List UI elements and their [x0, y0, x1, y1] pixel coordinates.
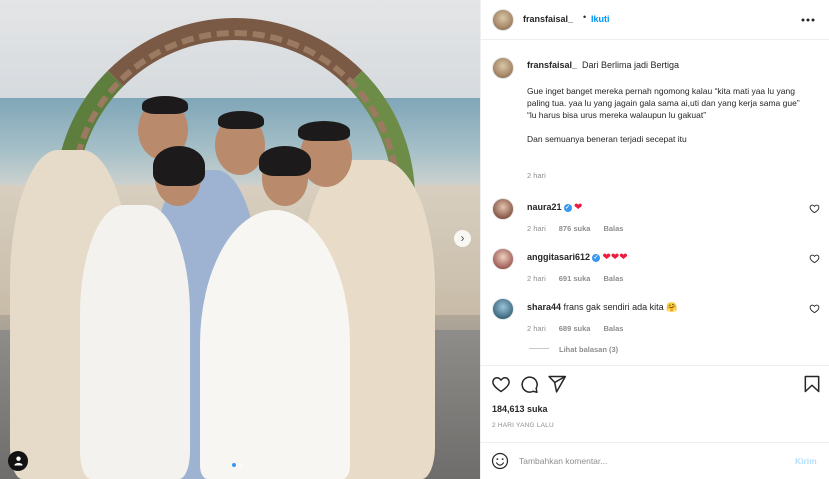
person-hair [259, 146, 311, 176]
emoji-icon[interactable] [491, 452, 509, 470]
person-hair [218, 111, 264, 129]
share-icon[interactable] [547, 374, 567, 394]
carousel-dot-active [232, 463, 236, 467]
bookmark-icon[interactable] [802, 374, 822, 394]
comment-item: shara44 frans gak sendiri ada kita 🤗 2 h… [481, 298, 829, 338]
comment-text: ❤ [574, 202, 583, 213]
person-hair [153, 146, 205, 186]
caption-line: Gue inget banget mereka pernah ngomong k… [527, 86, 800, 108]
comment-item: naura21 ✓ ❤ 2 hari 876 suka Balas [481, 198, 829, 238]
replies-divider [529, 348, 549, 349]
comment-likes[interactable]: 689 suka [559, 324, 591, 333]
view-replies-button[interactable]: Lihat balasan (3) [529, 345, 618, 354]
view-replies-label: Lihat balasan (3) [559, 345, 619, 354]
reply-button[interactable]: Balas [603, 224, 623, 233]
header-separator: • [583, 12, 587, 22]
comment-time: 2 hari [527, 224, 546, 233]
post-photo[interactable]: › [0, 0, 480, 479]
reply-button[interactable]: Balas [603, 324, 623, 333]
person-hair [298, 121, 350, 141]
avatar[interactable] [492, 9, 514, 31]
comment-header: anggitasari612 ✓ ❤❤❤ [527, 252, 628, 263]
comment-header: naura21 ✓ ❤ [527, 202, 582, 213]
tag-user-icon[interactable] [8, 451, 28, 471]
post-actions: 184,613 suka 2 HARI YANG LALU [481, 365, 829, 445]
comment-username[interactable]: anggitasari612 [527, 252, 590, 262]
avatar[interactable] [492, 248, 514, 270]
comment-time: 2 hari [527, 274, 546, 283]
more-options-icon[interactable] [800, 12, 816, 28]
caption-time: 2 hari [527, 171, 546, 180]
post-header: fransfaisal_ • Ikuti [481, 0, 829, 40]
caption-title: Dari Berlima jadi Bertiga [582, 60, 680, 70]
person-2 [80, 205, 190, 479]
comment-likes[interactable]: 876 suka [559, 224, 591, 233]
person-4-bride [200, 210, 350, 479]
caption-body: Gue inget banget mereka pernah ngomong k… [527, 85, 817, 145]
comment-icon[interactable] [519, 374, 539, 394]
comment-username[interactable]: shara44 [527, 302, 561, 312]
post-comment-button[interactable]: Kirim [795, 456, 817, 466]
heart-icon[interactable] [809, 203, 820, 214]
comment-meta: 2 hari 691 suka Balas [527, 274, 623, 283]
likes-count[interactable]: 184,613 suka [492, 404, 548, 414]
header-username[interactable]: fransfaisal_ [523, 14, 573, 24]
follow-button[interactable]: Ikuti [591, 14, 610, 24]
comment-text: ❤❤❤ [602, 252, 628, 263]
caption-line: Dan semuanya beneran terjadi secepat itu [527, 134, 687, 144]
carousel-dots [232, 463, 243, 467]
person-hair [142, 96, 188, 114]
next-arrow-icon[interactable]: › [454, 230, 471, 247]
heart-icon[interactable] [491, 374, 511, 394]
comment-username[interactable]: naura21 [527, 202, 562, 212]
comment-item: anggitasari612 ✓ ❤❤❤ 2 hari 691 suka Bala… [481, 248, 829, 288]
carousel-dot [239, 463, 243, 467]
comment-time: 2 hari [527, 324, 546, 333]
comment-meta: 2 hari 876 suka Balas [527, 224, 623, 233]
avatar[interactable] [492, 198, 514, 220]
heart-icon[interactable] [809, 253, 820, 264]
comment-input[interactable] [519, 452, 769, 470]
avatar[interactable] [492, 57, 514, 79]
caption-username[interactable]: fransfaisal_ [527, 60, 577, 70]
verified-badge-icon: ✓ [592, 254, 601, 262]
post-panel: fransfaisal_ • Ikuti fransfaisal_ Dari B… [480, 0, 829, 479]
reply-button[interactable]: Balas [603, 274, 623, 283]
comment-meta: 2 hari 689 suka Balas [527, 324, 623, 333]
comment-header: shara44 frans gak sendiri ada kita 🤗 [527, 302, 677, 313]
avatar[interactable] [492, 298, 514, 320]
verified-badge-icon: ✓ [563, 204, 572, 212]
caption-line: “lu harus bisa urus mereka walaupun lu g… [527, 110, 707, 120]
comment-likes[interactable]: 691 suka [559, 274, 591, 283]
heart-icon[interactable] [809, 303, 820, 314]
add-comment-bar: Kirim [481, 442, 829, 479]
post-date[interactable]: 2 HARI YANG LALU [492, 422, 554, 429]
comment-text: frans gak sendiri ada kita 🤗 [563, 302, 678, 312]
